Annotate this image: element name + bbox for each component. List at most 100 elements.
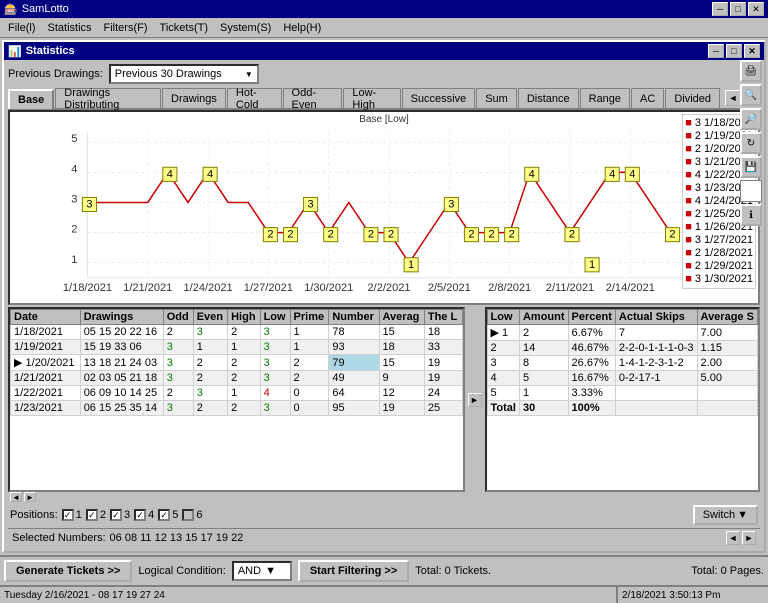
- svg-text:2/5/2021: 2/5/2021: [428, 282, 471, 294]
- svg-text:2: 2: [669, 229, 675, 241]
- logical-condition-dropdown[interactable]: AND ▼: [232, 561, 292, 581]
- stats-maximize-button[interactable]: □: [726, 44, 742, 58]
- status-version: 2/18/2021 3:50:13 Pm: [618, 587, 768, 603]
- logical-dropdown-arrow-icon: ▼: [265, 565, 276, 577]
- maximize-button[interactable]: □: [730, 2, 746, 16]
- tab-successive[interactable]: Successive: [402, 88, 476, 108]
- svg-text:1/24/2021: 1/24/2021: [184, 282, 233, 294]
- col-prime: Prime: [290, 310, 329, 325]
- pos-6-checkbox-container: 6: [182, 509, 202, 521]
- pos-4-checkbox[interactable]: ✓: [134, 509, 146, 521]
- print-button[interactable]: 🖨: [740, 60, 762, 82]
- menu-file[interactable]: File(l): [2, 20, 42, 36]
- zoom-out-button[interactable]: 🔎: [740, 108, 762, 130]
- selected-numbers-label: Selected Numbers:: [12, 532, 106, 544]
- stats-table-row[interactable]: 2 14 46.67% 2-2-0-1-1-1-0-3 1.15: [487, 341, 758, 356]
- tab-prev-button[interactable]: ◄: [725, 90, 741, 106]
- stats-table-row[interactable]: Total 30 100%: [487, 401, 758, 416]
- tab-base[interactable]: Base: [8, 89, 54, 109]
- pos-4-checkbox-container: ✓ 4: [134, 509, 154, 521]
- close-button[interactable]: ✕: [748, 2, 764, 16]
- generate-tickets-button[interactable]: Generate Tickets >>: [4, 560, 132, 582]
- menu-tickets[interactable]: Tickets(T): [154, 20, 214, 36]
- selected-numbers-row: Selected Numbers: 06 08 11 12 13 15 17 1…: [8, 528, 760, 547]
- main-table-wrapper[interactable]: Date Drawings Odd Even High Low Prime Nu…: [8, 307, 465, 492]
- stats-table-row[interactable]: 3 8 26.67% 1-4-1-2-3-1-2 2.00: [487, 356, 758, 371]
- svg-text:1/27/2021: 1/27/2021: [244, 282, 293, 294]
- app-title-bar: 🎰 SamLotto ─ □ ✕: [0, 0, 768, 18]
- svg-text:4: 4: [71, 163, 77, 175]
- menu-system[interactable]: System(S): [214, 20, 277, 36]
- tab-sum[interactable]: Sum: [476, 88, 517, 108]
- col-date: Date: [11, 310, 81, 325]
- refresh-button[interactable]: ↻: [740, 132, 762, 154]
- tab-drawings[interactable]: Drawings: [162, 88, 226, 108]
- tab-drawings-distributing[interactable]: Drawings Distributing: [55, 88, 161, 108]
- svg-text:3: 3: [308, 199, 314, 211]
- pos-3-checkbox-container: ✓ 3: [110, 509, 130, 521]
- stats-window-title: Statistics: [26, 45, 75, 57]
- total-pages-label: Total: 0 Pages.: [691, 565, 764, 577]
- prev-drawings-label: Previous Drawings:: [8, 68, 103, 80]
- tab-distance[interactable]: Distance: [518, 88, 579, 108]
- selected-scroll-left[interactable]: ◄: [726, 531, 740, 545]
- pos-5-checkbox[interactable]: ✓: [158, 509, 170, 521]
- stats-table-row[interactable]: 4 5 16.67% 0-2-17-1 5.00: [487, 371, 758, 386]
- svg-text:4: 4: [609, 168, 615, 180]
- stats-table-row[interactable]: ▶ 1 2 6.67% 7 7.00: [487, 325, 758, 341]
- logical-value: AND: [238, 565, 261, 577]
- menu-help[interactable]: Help(H): [277, 20, 327, 36]
- svg-text:2: 2: [287, 229, 293, 241]
- svg-text:2: 2: [488, 229, 494, 241]
- svg-text:2/2/2021: 2/2/2021: [368, 282, 411, 294]
- stats-close-button[interactable]: ✕: [744, 44, 760, 58]
- menu-bar: File(l) Statistics Filters(F) Tickets(T)…: [0, 18, 768, 38]
- total-tickets-label: Total: 0 Tickets.: [415, 565, 491, 577]
- chart-svg: 5 4 3 2 1: [10, 112, 758, 303]
- pos-5-label: 5: [172, 509, 178, 521]
- tab-ac[interactable]: AC: [631, 88, 664, 108]
- minimize-button[interactable]: ─: [712, 2, 728, 16]
- scroll-right-arrow[interactable]: ►: [24, 492, 36, 502]
- color-button[interactable]: [740, 180, 762, 202]
- zoom-in-button[interactable]: 🔍: [740, 84, 762, 106]
- main-table: Date Drawings Odd Even High Low Prime Nu…: [10, 309, 463, 416]
- col-average: Averag: [379, 310, 424, 325]
- status-bar: Tuesday 2/16/2021 - 08 17 19 27 24 2/18/…: [0, 585, 768, 603]
- svg-text:2: 2: [509, 229, 515, 241]
- tab-hot-cold[interactable]: Hot-Cold: [227, 88, 282, 108]
- stats-table-wrapper[interactable]: Low Amount Percent Actual Skips Average …: [485, 307, 761, 492]
- col-high: High: [228, 310, 260, 325]
- menu-filters[interactable]: Filters(F): [98, 20, 154, 36]
- save-button[interactable]: 💾: [740, 156, 762, 178]
- pos-1-checkbox[interactable]: ✓: [62, 509, 74, 521]
- pos-3-checkbox[interactable]: ✓: [110, 509, 122, 521]
- stats-table-row[interactable]: 5 1 3.33%: [487, 386, 758, 401]
- pos-5-checkbox-container: ✓ 5: [158, 509, 178, 521]
- prev-drawings-dropdown[interactable]: Previous 30 Drawings ▼: [109, 64, 259, 84]
- scroll-left-arrow[interactable]: ◄: [10, 492, 22, 502]
- tab-divided[interactable]: Divided: [665, 88, 720, 108]
- bottom-bar: Generate Tickets >> Logical Condition: A…: [0, 555, 768, 585]
- info-button[interactable]: ℹ: [740, 204, 762, 226]
- table-row[interactable]: 1/23/2021 06 15 25 35 14 3 2 2 3 0 95 19…: [11, 401, 463, 416]
- svg-text:2/8/2021: 2/8/2021: [488, 282, 531, 294]
- table-row[interactable]: 1/19/2021 15 19 33 06 3 1 1 3 1 93 18 33: [11, 340, 463, 355]
- stats-minimize-button[interactable]: ─: [708, 44, 724, 58]
- selected-scroll-right[interactable]: ►: [742, 531, 756, 545]
- start-filtering-button[interactable]: Start Filtering >>: [298, 560, 409, 582]
- table-row[interactable]: 1/21/2021 02 03 05 21 18 3 2 2 3 2 49 9 …: [11, 371, 463, 386]
- tab-range[interactable]: Range: [580, 88, 630, 108]
- scroll-right-button[interactable]: ►: [468, 393, 482, 407]
- table-row[interactable]: ▶ 1/20/2021 13 18 21 24 03 3 2 2 3 2 79 …: [11, 355, 463, 371]
- svg-text:4: 4: [629, 168, 635, 180]
- table-row[interactable]: 1/22/2021 06 09 10 14 25 2 3 1 4 0 64 12…: [11, 386, 463, 401]
- pos-2-checkbox[interactable]: ✓: [86, 509, 98, 521]
- table-row[interactable]: 1/18/2021 05 15 20 22 16 2 3 2 3 1 78 15…: [11, 325, 463, 340]
- switch-button[interactable]: Switch ▼: [693, 505, 758, 525]
- tab-low-high[interactable]: Low-High: [343, 88, 400, 108]
- menu-statistics[interactable]: Statistics: [42, 20, 98, 36]
- tab-odd-even[interactable]: Odd-Even: [283, 88, 343, 108]
- pos-6-checkbox[interactable]: [182, 509, 194, 521]
- col-drawings: Drawings: [80, 310, 163, 325]
